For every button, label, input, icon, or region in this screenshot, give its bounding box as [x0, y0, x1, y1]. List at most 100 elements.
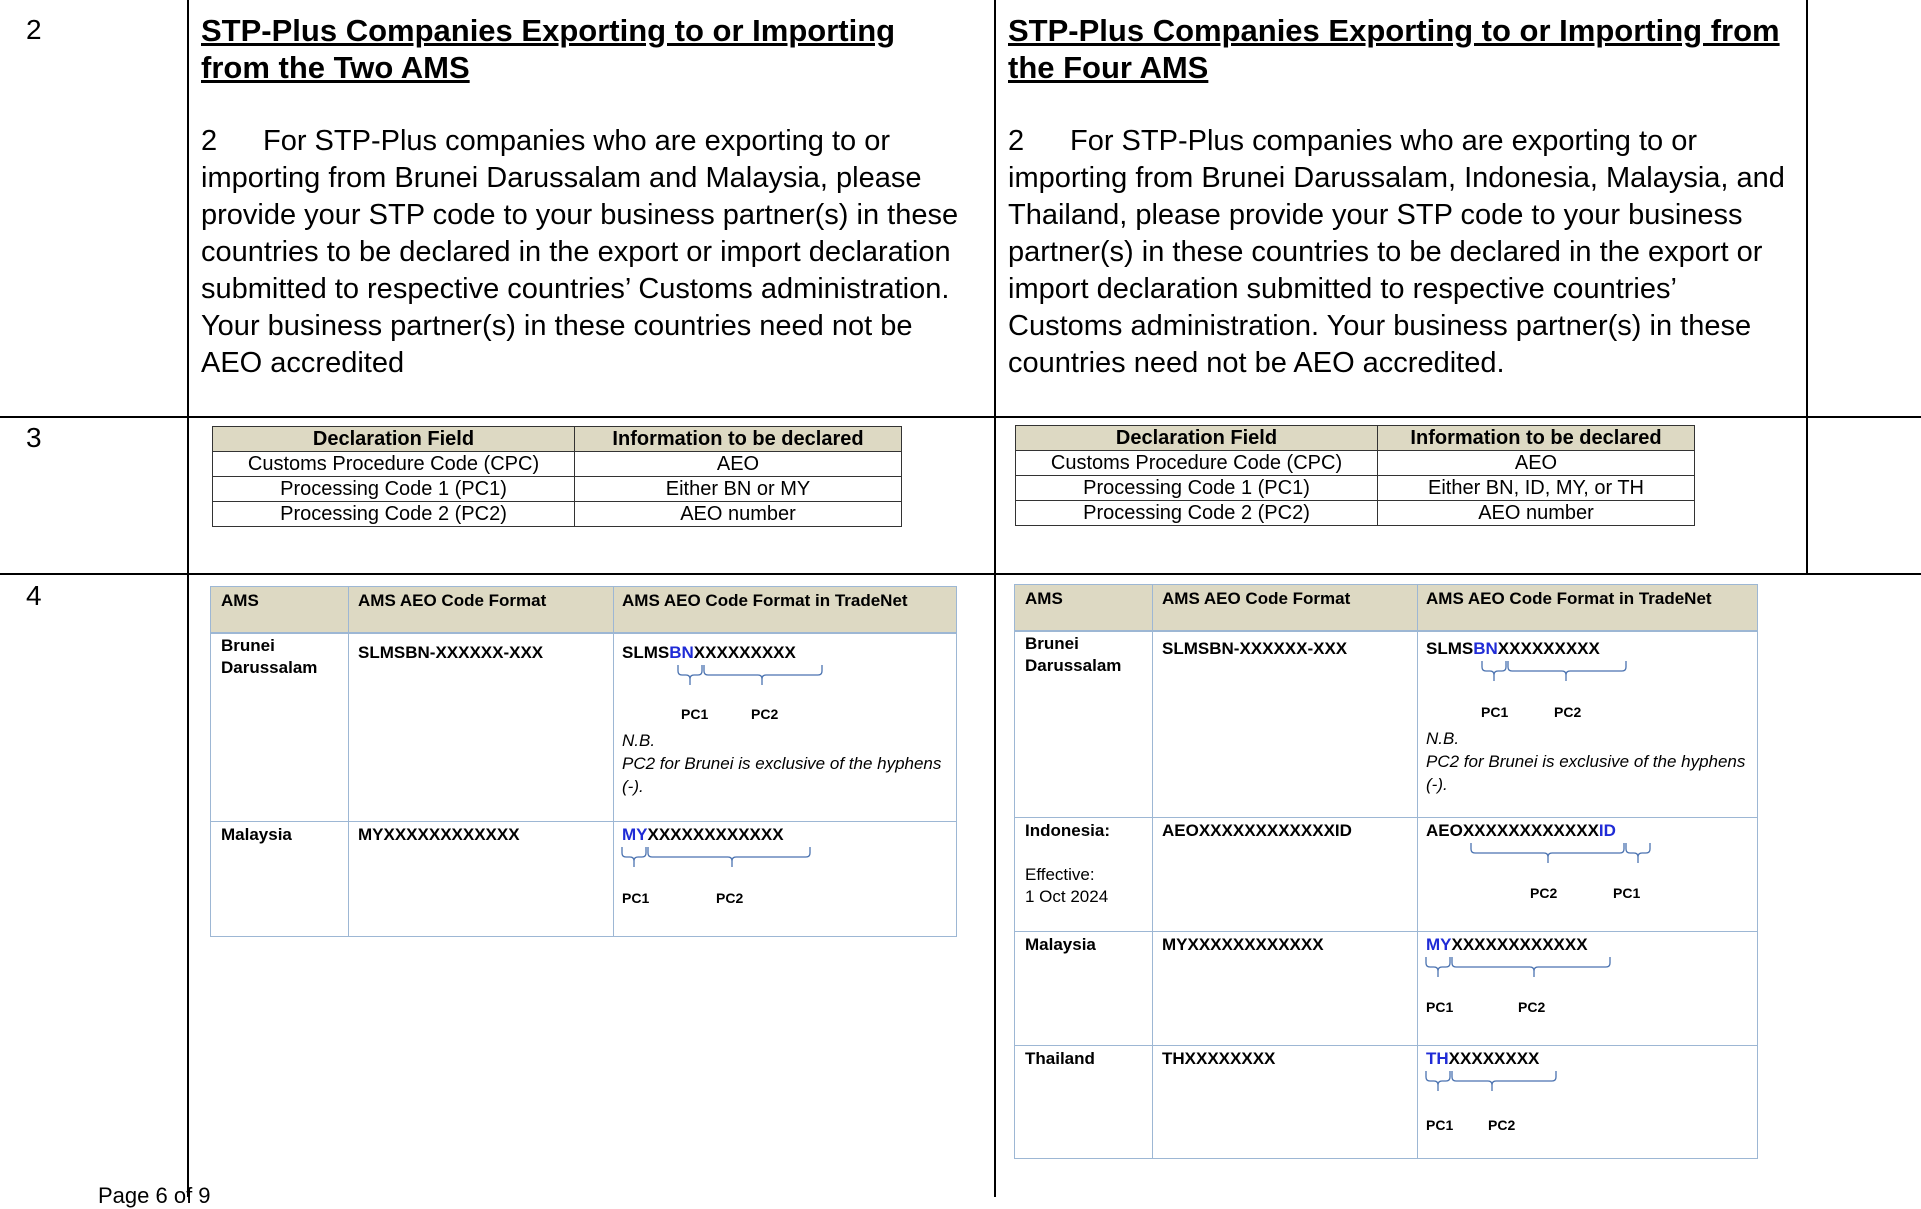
table-cell: Customs Procedure Code (CPC): [212, 451, 575, 477]
note-text: PC2 for Brunei is exclusive of the hyphe…: [622, 754, 942, 796]
paragraph-text: For STP-Plus companies who are exporting…: [201, 125, 959, 379]
table-cell: AEO number: [1377, 500, 1695, 526]
column-divider: [1152, 585, 1153, 1158]
left-cell: STP-Plus Companies Exporting to or Impor…: [201, 12, 971, 382]
column-divider: [348, 587, 349, 936]
table-cell: AEO: [1377, 450, 1695, 476]
brace-diagram: [1470, 843, 1651, 863]
pc1-label: PC1: [1481, 704, 1509, 720]
effective-label: Effective:: [1025, 865, 1095, 884]
tradenet-code: THXXXXXXXX: [1426, 1049, 1540, 1068]
grid-line: [1806, 0, 1808, 575]
left-declaration-table: Declaration Field Information to be decl…: [212, 426, 902, 527]
table-row: Customs Procedure Code (CPC) AEO: [1015, 450, 1695, 476]
pc1-label: PC1: [1426, 1117, 1454, 1133]
row-divider: [1015, 1045, 1757, 1046]
table-row: Processing Code 2 (PC2) AEO number: [1015, 500, 1695, 526]
left-ams-table: AMS AMS AEO Code Format AMS AEO Code For…: [210, 586, 957, 937]
table-cell: AEO: [574, 451, 902, 477]
column-divider: [613, 587, 614, 936]
table-cell: Customs Procedure Code (CPC): [1015, 450, 1378, 476]
table-cell: AEO number: [574, 501, 902, 527]
ams-name: Indonesia:: [1025, 821, 1111, 840]
grid-line: [0, 573, 1921, 575]
ams-code-format: SLMSBN-XXXXXX-XXX: [1162, 639, 1348, 658]
note-label: N.B.: [1426, 729, 1460, 748]
table-header: Information to be declared: [574, 426, 902, 452]
row-divider: [1015, 817, 1757, 818]
table-header: Information to be declared: [1377, 425, 1695, 451]
pc2-label: PC2: [1518, 999, 1546, 1015]
grid-line: [0, 416, 1921, 418]
brace-diagram: [1481, 661, 1627, 681]
ams-name: Brunei Darussalam: [221, 636, 318, 677]
ams-name: Brunei Darussalam: [1025, 634, 1122, 675]
ams-code-format: AEOXXXXXXXXXXXXID: [1162, 821, 1352, 840]
brace-diagram: [1425, 1071, 1557, 1091]
paragraph-text: For STP-Plus companies who are exporting…: [1008, 125, 1785, 379]
pc1-label: PC1: [1426, 999, 1454, 1015]
right-paragraph: 2 For STP-Plus companies who are exportin…: [1008, 123, 1788, 382]
pc2-label: PC2: [716, 890, 744, 906]
column-divider: [1417, 585, 1418, 1158]
ams-name: Malaysia: [1025, 935, 1096, 954]
right-declaration-table: Declaration Field Information to be decl…: [1015, 425, 1695, 526]
note-label: N.B.: [622, 731, 656, 750]
table-row: Customs Procedure Code (CPC) AEO: [212, 451, 902, 477]
pc1-label: PC1: [681, 706, 709, 722]
right-cell: STP-Plus Companies Exporting to or Impor…: [1008, 12, 1788, 382]
row-number: 4: [26, 580, 42, 611]
column-header: AMS AEO Code Format: [358, 591, 547, 610]
pc1-label: PC1: [1613, 885, 1641, 901]
paragraph-number: 2: [201, 125, 218, 157]
tradenet-code: AEOXXXXXXXXXXXXID: [1426, 821, 1616, 840]
ams-code-format: MYXXXXXXXXXXXX: [358, 825, 520, 844]
table-header: Declaration Field: [1015, 425, 1378, 451]
pc2-label: PC2: [1488, 1117, 1516, 1133]
column-header: AMS: [221, 591, 259, 610]
row-number: 3: [26, 422, 42, 453]
brace-diagram: [621, 847, 811, 867]
table-cell: Processing Code 2 (PC2): [212, 501, 575, 527]
column-header: AMS AEO Code Format in TradeNet: [622, 591, 908, 610]
tradenet-code: MYXXXXXXXXXXXX: [622, 825, 784, 844]
pc2-label: PC2: [751, 706, 779, 722]
paragraph-number: 2: [1008, 125, 1025, 157]
tradenet-code: MYXXXXXXXXXXXX: [1426, 935, 1588, 954]
table-row: Processing Code 1 (PC1) Either BN or MY: [212, 476, 902, 502]
table-row: Processing Code 2 (PC2) AEO number: [212, 501, 902, 527]
right-ams-table: AMS AMS AEO Code Format AMS AEO Code For…: [1014, 584, 1758, 1159]
table-cell: Either BN, ID, MY, or TH: [1377, 475, 1695, 501]
row-divider: [1015, 931, 1757, 932]
tradenet-code: SLMSBNXXXXXXXXX: [1426, 639, 1600, 658]
note-text: PC2 for Brunei is exclusive of the hyphe…: [1426, 752, 1746, 794]
ams-code-format: SLMSBN-XXXXXX-XXX: [358, 643, 544, 662]
ams-name: Malaysia: [221, 825, 292, 844]
table-cell: Processing Code 1 (PC1): [212, 476, 575, 502]
table-header: Declaration Field: [212, 426, 575, 452]
grid-line: [994, 0, 996, 1197]
effective-date: 1 Oct 2024: [1025, 887, 1109, 906]
ams-code-format: THXXXXXXXX: [1162, 1049, 1276, 1068]
row-divider: [211, 821, 956, 822]
table-cell: Processing Code 2 (PC2): [1015, 500, 1378, 526]
left-title: STP-Plus Companies Exporting to or Impor…: [201, 13, 896, 85]
column-header: AMS AEO Code Format in TradeNet: [1426, 589, 1712, 608]
brace-diagram: [677, 665, 823, 685]
page-footer: Page 6 of 9: [98, 1183, 211, 1208]
pc1-label: PC1: [622, 890, 650, 906]
left-paragraph: 2 For STP-Plus companies who are exportin…: [201, 123, 971, 382]
tradenet-code: SLMSBNXXXXXXXXX: [622, 643, 796, 662]
right-title: STP-Plus Companies Exporting to or Impor…: [1008, 13, 1780, 85]
pc2-label: PC2: [1530, 885, 1558, 901]
pc2-label: PC2: [1554, 704, 1582, 720]
column-header: AMS AEO Code Format: [1162, 589, 1351, 608]
row-number: 2: [26, 14, 42, 45]
table-cell: Either BN or MY: [574, 476, 902, 502]
ams-name: Thailand: [1025, 1049, 1095, 1068]
table-row: Processing Code 1 (PC1) Either BN, ID, M…: [1015, 475, 1695, 501]
brace-diagram: [1425, 957, 1611, 977]
ams-code-format: MYXXXXXXXXXXXX: [1162, 935, 1324, 954]
table-cell: Processing Code 1 (PC1): [1015, 475, 1378, 501]
column-header: AMS: [1025, 589, 1063, 608]
